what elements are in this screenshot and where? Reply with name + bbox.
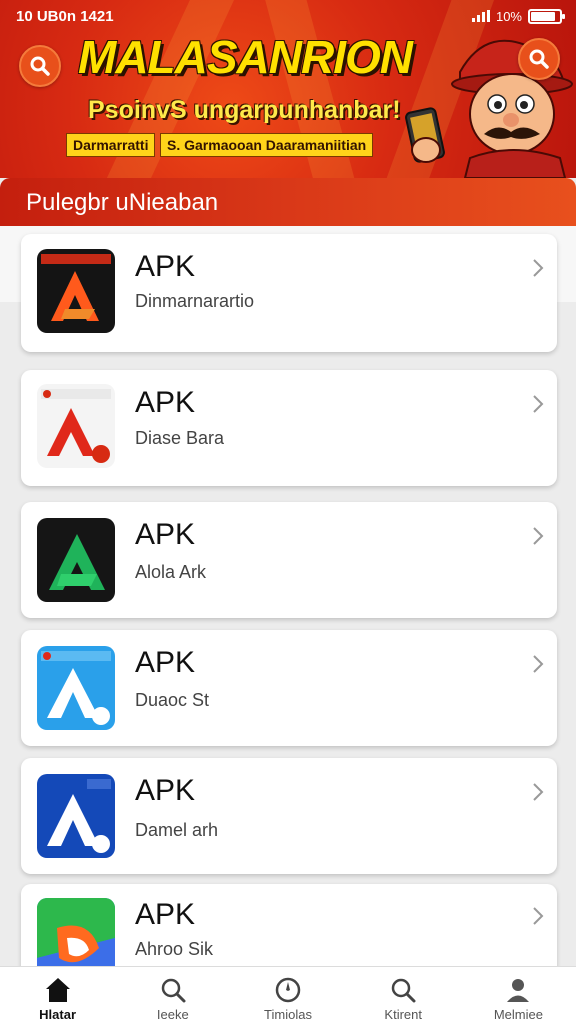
search-button-left[interactable] <box>19 45 61 87</box>
apk-logo-green-on-black-icon <box>37 518 115 602</box>
app-subtitle: Alola Ark <box>135 562 207 582</box>
app-subtitle: Ahroo Sik <box>135 939 214 959</box>
app-subtitle: Dinmarnarartio <box>135 291 255 311</box>
app-subtitle: Duaoc St <box>135 690 210 710</box>
tab-label: Timiolas <box>264 1007 312 1022</box>
tab-label: Ieeke <box>156 1007 189 1022</box>
chevron-right-icon <box>533 783 544 801</box>
app-list-item[interactable]: APK Dinmarnarartio <box>21 234 557 352</box>
tab-label: Melmiee <box>493 1007 543 1022</box>
chevron-right-icon <box>533 259 544 277</box>
app-title: APK <box>135 646 196 679</box>
chevron-right-icon <box>533 395 544 413</box>
app-list-item[interactable]: APK Damel arh <box>21 758 557 874</box>
search-icon <box>391 978 416 1003</box>
app-title: APK <box>135 250 196 283</box>
banner-subtitle: PsoinvS ungarpunhanbar! <box>88 96 401 124</box>
header-banner: 10 UB0n 1421 10% MALASANRION PsoinvS ung… <box>0 0 576 178</box>
chevron-right-icon <box>533 655 544 673</box>
tab-explore[interactable]: Timiolas <box>230 967 345 1024</box>
app-list-item[interactable]: APK Alola Ark <box>21 502 557 618</box>
banner-title: MALASANRION <box>78 31 413 83</box>
app-subtitle: Diase Bara <box>135 428 225 448</box>
tab-label: Hlatar <box>39 1007 77 1022</box>
app-title: APK <box>135 386 196 419</box>
compass-icon <box>275 977 301 1003</box>
section-title: Pulegbr uNieaban <box>0 178 576 226</box>
tab-label: Ktirent <box>384 1007 422 1022</box>
app-title: APK <box>135 898 196 931</box>
status-time: 10 UB0n 1421 <box>16 7 114 25</box>
app-title: APK <box>135 774 196 807</box>
apk-logo-white-on-darkblue-icon <box>37 774 115 858</box>
mascot-illustration <box>405 39 573 178</box>
apk-logo-white-on-lightblue-icon <box>37 646 115 730</box>
search-icon <box>30 56 50 76</box>
tab-discover[interactable]: Ktirent <box>346 967 461 1024</box>
chevron-right-icon <box>533 527 544 545</box>
home-icon <box>45 978 70 1002</box>
apk-logo-red-on-white-icon <box>37 384 115 468</box>
apk-logo-orange-on-black-icon <box>37 249 115 333</box>
search-button-right[interactable] <box>518 38 560 80</box>
tab-search[interactable]: Ieeke <box>115 967 230 1024</box>
tab-profile[interactable]: Melmiee <box>461 967 576 1024</box>
tab-home[interactable]: Hlatar <box>0 967 115 1024</box>
bottom-tab-bar: Hlatar Ieeke Timiolas Ktirent Melmiee <box>0 966 576 1024</box>
banner-tag-right: S. Garmaooan Daaramaniitian <box>160 133 374 157</box>
app-title: APK <box>135 518 196 551</box>
app-subtitle: Damel arh <box>135 820 219 840</box>
banner-tag-left: Darmarratti <box>66 133 156 157</box>
profile-icon <box>507 979 530 1002</box>
search-icon <box>161 978 186 1003</box>
app-list-item[interactable]: APK Diase Bara <box>21 370 557 486</box>
search-icon <box>529 49 549 69</box>
chevron-right-icon <box>533 907 544 925</box>
app-list-item[interactable]: APK Duaoc St <box>21 630 557 746</box>
